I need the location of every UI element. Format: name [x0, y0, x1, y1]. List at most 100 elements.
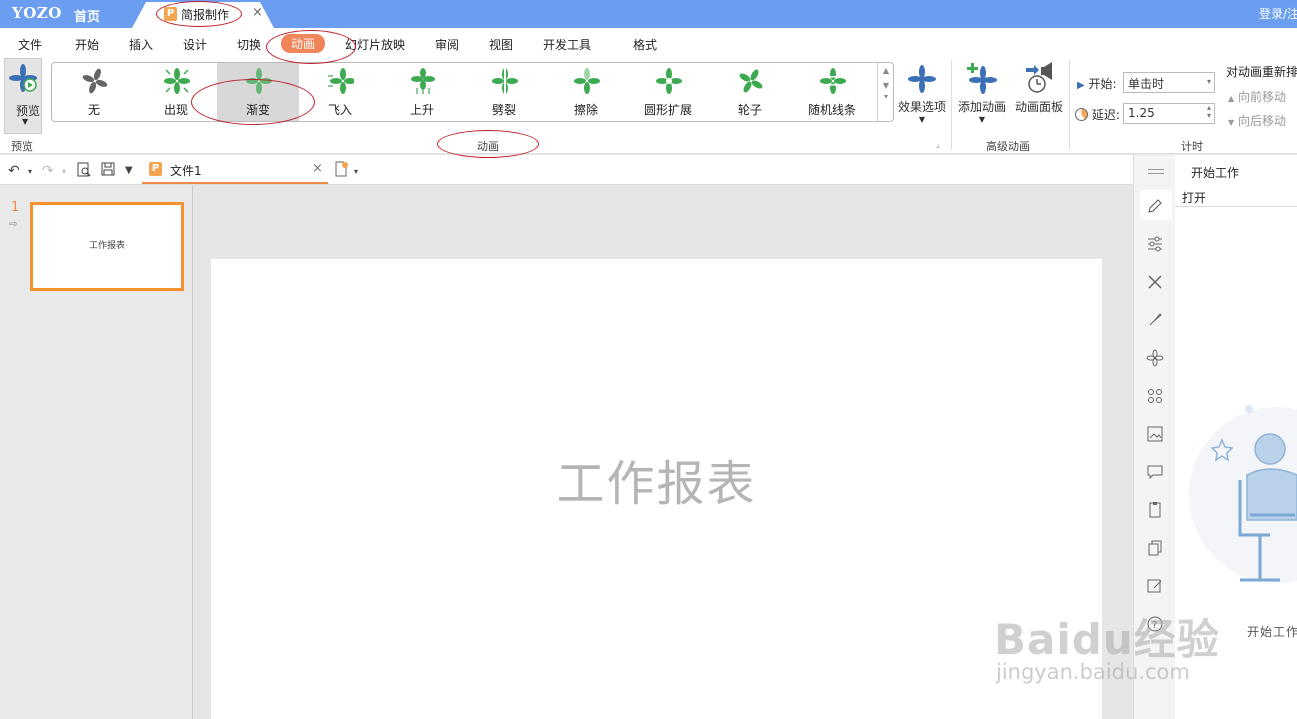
animation-label: 劈裂 [491, 103, 516, 117]
menu-file[interactable]: 文件 [18, 36, 42, 53]
animation-pane-button[interactable]: 动画面板 [1012, 60, 1066, 115]
gallery-scrollbar[interactable]: ▲ ▼ ▾ [877, 63, 894, 121]
chevron-down-icon[interactable]: ▼ [22, 117, 28, 126]
customize-icon[interactable]: ▼ [125, 165, 133, 176]
close-icon[interactable]: × [312, 161, 323, 176]
menu-home[interactable]: 开始 [75, 36, 99, 53]
annotation-ellipse [156, 1, 242, 27]
play-icon: ▶ [1077, 80, 1085, 91]
effect-options-button[interactable]: 效果选项 ▼ [897, 60, 947, 124]
animation-label: 上升 [409, 103, 434, 117]
pinwheel-wheel-icon [739, 69, 763, 93]
animation-random-bars[interactable]: 随机线条 [791, 63, 873, 121]
open-item[interactable]: 打开 [1175, 185, 1297, 207]
tools-icon[interactable] [1146, 273, 1164, 291]
add-animation-button[interactable]: 添加动画 ▼ [956, 60, 1008, 124]
copy-icon[interactable] [1146, 539, 1164, 557]
menu-insert[interactable]: 插入 [129, 36, 153, 53]
animation-marker-icon: ⇨ [9, 219, 18, 230]
separator [951, 60, 952, 150]
slide-title[interactable]: 工作报表 [211, 444, 1102, 514]
delay-value: 1.25 [1128, 106, 1155, 120]
pencil-icon[interactable] [1146, 197, 1164, 215]
menu-view[interactable]: 视图 [489, 36, 513, 53]
animation-none[interactable]: 无 [53, 63, 135, 121]
pinwheel-circle-icon [656, 68, 682, 94]
watermark-url: jingyan.baidu.com [996, 660, 1190, 684]
start-select[interactable]: 单击时 ▾ [1123, 72, 1215, 93]
slide[interactable]: 工作报表 [211, 259, 1102, 719]
menu-developer[interactable]: 开发工具 [543, 36, 591, 53]
scroll-up-icon[interactable]: ▲ [878, 66, 894, 75]
animation-pane-icon [1026, 62, 1052, 93]
animation-circle[interactable]: 圆形扩展 [627, 63, 709, 121]
menu-bar: 文件 开始 插入 设计 切换 动画 幻灯片放映 审阅 视图 开发工具 格式 [0, 28, 1297, 58]
new-document-icon[interactable] [333, 161, 349, 177]
add-animation-icon [967, 63, 997, 94]
file-tab[interactable]: P 文件1 × [142, 155, 328, 184]
add-animation-label: 添加动画 [957, 100, 1006, 114]
gallery-expand-icon[interactable]: ▾ [878, 92, 894, 101]
triangle-down-icon: ▼ [1228, 118, 1235, 127]
edit-icon[interactable] [1146, 577, 1164, 595]
pinwheel-split-icon [492, 68, 518, 94]
menu-review[interactable]: 审阅 [435, 36, 459, 53]
quick-access-bar: ↶ ▾ ↷ ▾ ▼ P 文件1 × ▾ [0, 155, 1133, 185]
animation-label: 圆形扩展 [643, 103, 692, 117]
pinwheel-gray-icon [82, 68, 108, 94]
brush-icon[interactable] [1146, 311, 1164, 329]
annotation-ellipse [266, 30, 356, 64]
animation-ascend[interactable]: 上升 [381, 63, 463, 121]
clock-icon [1075, 108, 1088, 121]
scroll-down-icon[interactable]: ▼ [878, 81, 894, 90]
comment-icon[interactable] [1146, 463, 1164, 481]
triangle-up-icon: ▲ [1228, 94, 1235, 103]
advanced-group-label: 高级动画 [986, 140, 1030, 153]
grid-icon[interactable] [1146, 387, 1164, 405]
print-preview-icon[interactable] [77, 162, 92, 178]
animation-label: 随机线条 [807, 103, 856, 117]
image-icon[interactable] [1146, 425, 1164, 443]
preview-button[interactable]: 预览 ▼ [4, 58, 42, 134]
slide-thumbnail[interactable]: 工作报表 [30, 202, 184, 291]
delay-row: 延迟: [1075, 106, 1120, 123]
animation-wipe[interactable]: 擦除 [545, 63, 627, 121]
home-tab[interactable]: 首页 [74, 6, 100, 25]
move-later-label: 向后移动 [1237, 114, 1286, 128]
start-value: 单击时 [1128, 77, 1165, 91]
redo-icon[interactable]: ↷ [42, 163, 54, 179]
delay-spinner[interactable]: 1.25 ▴ ▾ [1123, 103, 1215, 124]
pinwheel-burst-icon [164, 68, 190, 94]
animation-fly-in[interactable]: 飞入 [299, 63, 381, 121]
watermark-brand: Baidu经验 [994, 615, 1220, 664]
animation-wheel[interactable]: 轮子 [709, 63, 791, 121]
pinwheel-fly-icon [328, 68, 354, 94]
clipboard-icon[interactable] [1146, 501, 1164, 519]
move-later-button[interactable]: ▼ 向后移动 [1228, 112, 1286, 129]
close-icon[interactable]: × [252, 5, 263, 20]
sliders-icon[interactable] [1146, 235, 1164, 253]
effect-options-label: 效果选项 [897, 100, 946, 114]
chevron-down-icon[interactable]: ▾ [28, 167, 32, 176]
pinwheel-bars-icon [820, 68, 846, 94]
menu-icon[interactable] [1148, 169, 1164, 170]
undo-icon[interactable]: ↶ [8, 163, 20, 179]
file-tab-label: 文件1 [170, 164, 202, 178]
menu-transition[interactable]: 切换 [237, 36, 261, 53]
menu-design[interactable]: 设计 [183, 36, 207, 53]
chevron-down-icon[interactable]: ▾ [62, 167, 66, 176]
move-earlier-button[interactable]: ▲ 向前移动 [1228, 88, 1286, 105]
slide-number: 1 [11, 200, 20, 215]
animation-label: 擦除 [573, 103, 598, 117]
login-link[interactable]: 登录/注 [1259, 5, 1297, 22]
animation-split[interactable]: 劈裂 [463, 63, 545, 121]
chevron-down-icon[interactable]: ▾ [354, 167, 358, 176]
delay-label: 延迟: [1091, 108, 1120, 122]
pinwheel-outline-icon[interactable] [1146, 349, 1164, 367]
dialog-launcher-icon[interactable]: ⌟ [936, 140, 940, 149]
menu-format[interactable]: 格式 [633, 36, 657, 53]
thumbnail-title: 工作报表 [88, 241, 125, 251]
spinner-arrows-icon[interactable]: ▴ ▾ [1207, 104, 1211, 120]
save-icon[interactable] [101, 162, 116, 177]
animation-label: 轮子 [737, 103, 762, 117]
